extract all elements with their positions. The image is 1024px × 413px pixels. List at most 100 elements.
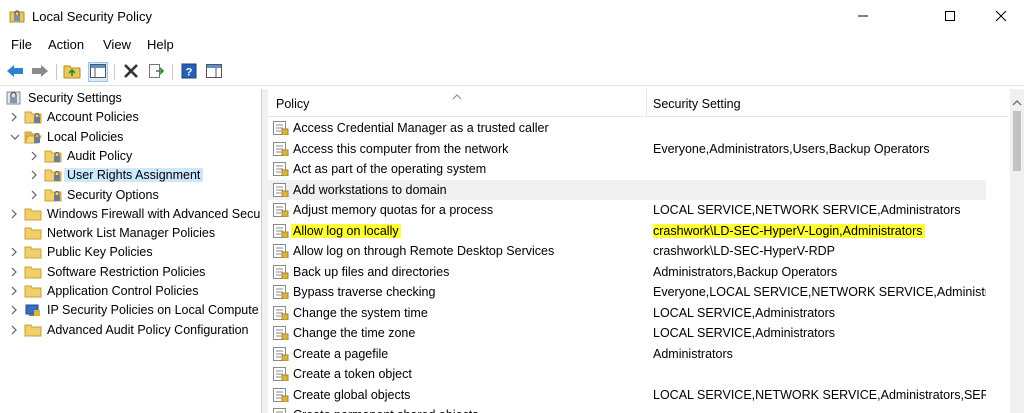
policy-row[interactable]: Change the system time LOCAL SERVICE,Admi… — [268, 303, 986, 323]
minimize-button[interactable] — [840, 0, 886, 32]
policy-row[interactable]: Access Credential Manager as a trusted c… — [268, 118, 986, 138]
chevron-right-icon[interactable] — [9, 266, 19, 278]
tree-item-label: Audit Policy — [67, 148, 133, 163]
console-tree-icon — [90, 63, 106, 81]
delete-x-icon — [123, 63, 139, 82]
column-header-policy[interactable]: Policy — [276, 97, 309, 111]
chevron-right-icon[interactable] — [29, 150, 39, 162]
forward-arrow-icon — [31, 64, 49, 81]
vertical-scrollbar[interactable] — [1010, 89, 1024, 413]
folder-icon — [24, 225, 42, 241]
toolbar: ? — [0, 58, 1024, 86]
local-security-policy-icon — [9, 9, 25, 25]
policy-name-text: Create global objects — [293, 387, 411, 402]
policy-name-text: Access Credential Manager as a trusted c… — [293, 121, 549, 135]
scrollbar-thumb[interactable] — [1013, 111, 1021, 171]
policy-icon — [273, 387, 289, 402]
chevron-right-icon[interactable] — [9, 208, 19, 220]
scroll-up-icon[interactable] — [1012, 95, 1022, 109]
show-action-pane-button[interactable] — [204, 62, 224, 82]
folder-up-icon — [63, 63, 81, 82]
sort-ascending-icon — [452, 89, 462, 103]
security-setting-text: LOCAL SERVICE,NETWORK SERVICE,Administra… — [653, 387, 986, 402]
menu-help[interactable]: Help — [147, 37, 174, 52]
policy-icon — [273, 326, 289, 341]
policy-row[interactable]: Create permanent shared objects — [268, 405, 986, 413]
policy-row[interactable]: Create a pagefile Administrators — [268, 344, 986, 364]
forward-button[interactable] — [30, 62, 50, 82]
policy-row[interactable]: Access this computer from the network Eve… — [268, 139, 986, 159]
security-setting-value: LOCAL SERVICE,Administrators — [653, 306, 986, 320]
policy-icon — [273, 182, 289, 197]
policy-row[interactable]: Change the time zone LOCAL SERVICE,Admini… — [268, 323, 986, 343]
folder-lock-icon — [44, 167, 62, 183]
policy-row[interactable]: Back up files and directories Administrat… — [268, 262, 986, 282]
security-setting-text: LOCAL SERVICE,Administrators — [653, 326, 836, 340]
policy-row[interactable]: Create global objects LOCAL SERVICE,NETWO… — [268, 385, 986, 405]
policy-name: Allow log on through Remote Desktop Serv… — [293, 244, 554, 258]
menu-view[interactable]: View — [103, 37, 131, 52]
chevron-right-icon[interactable] — [9, 324, 19, 336]
policy-list-pane: Policy Security Setting Access Credentia… — [268, 89, 1024, 413]
policy-row[interactable]: Bypass traverse checking Everyone,LOCAL S… — [268, 282, 986, 302]
security-setting-value: LOCAL SERVICE,NETWORK SERVICE,Administra… — [653, 388, 986, 402]
policy-icon — [273, 285, 289, 300]
policy-name: Access Credential Manager as a trusted c… — [293, 121, 549, 135]
tree-item-label: Security Options — [67, 187, 159, 202]
delete-button[interactable] — [121, 62, 141, 82]
policy-name: Access this computer from the network — [293, 142, 508, 156]
title-bar: Local Security Policy — [0, 0, 1024, 34]
up-one-level-button[interactable] — [62, 62, 82, 82]
column-header-row: Policy Security Setting — [268, 89, 1008, 117]
folder-lock-icon — [24, 109, 42, 125]
policy-icon — [273, 162, 289, 177]
policy-name-text: Change the time zone — [293, 326, 416, 340]
policy-name-text: Allow log on through Remote Desktop Serv… — [293, 244, 555, 258]
policy-icon — [273, 203, 289, 218]
security-setting-value: crashwork\LD-SEC-HyperV-RDP — [653, 244, 986, 258]
help-button[interactable]: ? — [179, 62, 199, 82]
menu-file[interactable]: File — [11, 37, 32, 52]
export-list-icon — [148, 63, 165, 82]
export-list-button[interactable] — [146, 62, 166, 82]
chevron-right-icon[interactable] — [9, 111, 19, 123]
folder-icon — [24, 206, 42, 222]
policy-icon — [273, 408, 289, 413]
back-button[interactable] — [5, 62, 25, 82]
policy-name: Create global objects — [293, 388, 410, 402]
policy-row[interactable]: Create a token object — [268, 364, 986, 384]
chevron-right-icon[interactable] — [29, 169, 39, 181]
policy-name-text: Change the system time — [293, 305, 428, 320]
security-setting-value: crashwork\LD-SEC-HyperV-Login,Administra… — [653, 223, 986, 238]
policy-icon — [273, 121, 289, 136]
security-setting-text: Everyone,Administrators,Users,Backup Ope… — [653, 141, 930, 156]
show-hide-console-tree-button[interactable] — [88, 62, 108, 82]
security-setting-value: Everyone,LOCAL SERVICE,NETWORK SERVICE,A… — [653, 285, 986, 299]
security-setting-value: Administrators,Backup Operators — [653, 265, 986, 279]
chevron-right-icon[interactable] — [9, 304, 19, 316]
close-button[interactable] — [978, 0, 1024, 32]
folder-lock-icon — [44, 148, 62, 164]
policy-icon — [273, 223, 289, 238]
policy-name-text: Act as part of the operating system — [293, 162, 487, 176]
tree-item-label: User Rights Assignment — [64, 168, 204, 183]
chevron-right-icon[interactable] — [9, 285, 19, 297]
chevron-right-icon[interactable] — [29, 189, 39, 201]
tree-item-label: IP Security Policies on Local Compute — [47, 303, 259, 318]
maximize-button[interactable] — [927, 0, 973, 32]
column-header-security-setting[interactable]: Security Setting — [653, 97, 741, 111]
policy-row[interactable]: Adjust memory quotas for a process LOCAL … — [268, 200, 986, 220]
chevron-right-icon[interactable] — [9, 246, 19, 258]
policy-row[interactable]: Allow log on locally crashwork\LD-SEC-Hyp… — [268, 221, 986, 241]
tree-item-label: Security Settings — [28, 91, 122, 105]
policy-name-text: Back up files and directories — [293, 264, 450, 279]
menu-action[interactable]: Action — [48, 37, 84, 52]
policy-name: Create permanent shared objects — [293, 408, 479, 413]
policy-row[interactable]: Add workstations to domain — [268, 179, 986, 200]
policy-row[interactable]: Act as part of the operating system — [268, 159, 986, 179]
policy-name: Adjust memory quotas for a process — [293, 203, 493, 217]
security-setting-value: LOCAL SERVICE,Administrators — [653, 326, 986, 340]
policy-row[interactable]: Allow log on through Remote Desktop Serv… — [268, 241, 986, 261]
security-setting-text: crashwork\LD-SEC-HyperV-RDP — [653, 244, 835, 258]
chevron-down-icon[interactable] — [9, 131, 20, 143]
